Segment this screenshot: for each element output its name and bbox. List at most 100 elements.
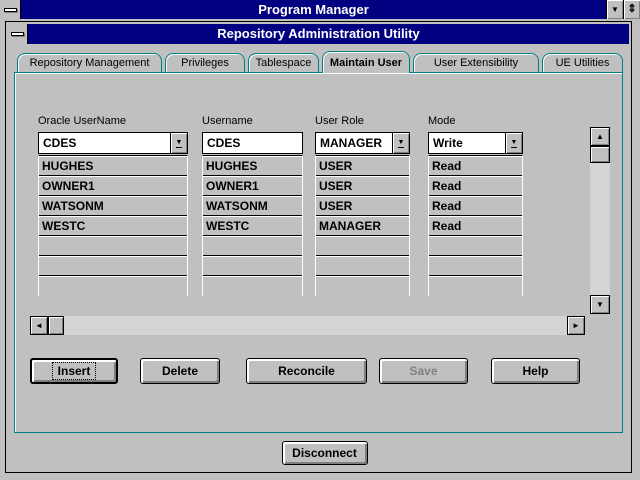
minimize-icon: ▼ <box>611 6 619 14</box>
repository-admin-window: Repository Administration Utility Reposi… <box>5 21 632 473</box>
combobox-value: CDES <box>39 136 76 150</box>
list-cell[interactable]: Read <box>429 216 522 236</box>
scroll-down-button[interactable]: ▼ <box>590 295 610 314</box>
pm-restore-button[interactable]: ⇕ <box>623 0 640 19</box>
vertical-scrollbar[interactable]: ▲ ▼ <box>590 127 610 314</box>
mode-combobox[interactable]: Write ▼ <box>428 132 523 154</box>
list-cell[interactable] <box>203 236 302 256</box>
vertical-scrollbar-thumb[interactable] <box>590 146 610 163</box>
username-list: HUGHES OWNER1 WATSONM WESTC <box>202 155 303 296</box>
horizontal-scrollbar-thumb[interactable] <box>48 316 64 335</box>
window-menu-icon <box>4 8 17 12</box>
tab-label: Maintain User <box>330 57 402 69</box>
list-cell[interactable]: OWNER1 <box>203 176 302 196</box>
delete-button[interactable]: Delete <box>140 358 220 384</box>
save-button: Save <box>379 358 468 384</box>
user-role-list: USER USER USER MANAGER <box>315 155 410 296</box>
reconcile-button-label: Reconcile <box>278 364 335 378</box>
pm-window-title: Program Manager <box>21 0 606 19</box>
list-cell[interactable]: WATSONM <box>39 196 187 216</box>
combobox-value: MANAGER <box>316 136 382 150</box>
column-header-user-role: User Role <box>315 115 410 127</box>
scroll-right-icon: ► <box>572 322 580 330</box>
tab-strip: Repository Management Privileges Tablesp… <box>8 44 629 72</box>
help-button-label: Help <box>522 364 548 378</box>
insert-button-label: Insert <box>53 363 96 379</box>
app-window-title: Repository Administration Utility <box>8 24 629 44</box>
list-cell[interactable] <box>316 256 409 276</box>
tab-label: User Extensibility <box>434 57 518 69</box>
tab-maintain-user[interactable]: Maintain User <box>322 51 410 73</box>
mode-list: Read Read Read Read <box>428 155 523 296</box>
app-titlebar[interactable]: Repository Administration Utility <box>8 24 629 44</box>
list-cell[interactable]: USER <box>316 196 409 216</box>
tab-label: Repository Management <box>30 57 150 69</box>
column-header-username: Username <box>202 115 303 127</box>
list-cell[interactable]: WESTC <box>39 216 187 236</box>
pm-titlebar-buttons: ▼ ⇕ <box>606 0 640 19</box>
pm-system-menu-button[interactable] <box>0 0 21 19</box>
tab-tablespace[interactable]: Tablespace <box>248 53 319 72</box>
tab-label: UE Utilities <box>556 57 610 69</box>
restore-icon: ⇕ <box>627 4 636 15</box>
dropdown-arrow-icon: ▼ <box>511 139 518 148</box>
save-button-label: Save <box>409 364 437 378</box>
list-cell[interactable] <box>39 256 187 276</box>
list-cell[interactable]: MANAGER <box>316 216 409 236</box>
pm-minimize-button[interactable]: ▼ <box>606 0 623 19</box>
disconnect-button[interactable]: Disconnect <box>282 441 368 465</box>
list-cell[interactable]: Read <box>429 156 522 176</box>
oracle-username-dropdown-button[interactable]: ▼ <box>170 133 187 153</box>
list-cell[interactable]: WATSONM <box>203 196 302 216</box>
list-cell[interactable] <box>39 276 187 296</box>
mode-dropdown-button[interactable]: ▼ <box>505 133 522 153</box>
scroll-up-button[interactable]: ▲ <box>590 127 610 146</box>
tab-privileges[interactable]: Privileges <box>165 53 245 72</box>
list-cell[interactable] <box>316 276 409 296</box>
program-manager-titlebar: Program Manager ▼ ⇕ <box>0 0 640 19</box>
list-cell[interactable]: WESTC <box>203 216 302 236</box>
list-cell[interactable] <box>203 256 302 276</box>
list-cell[interactable] <box>429 256 522 276</box>
reconcile-button[interactable]: Reconcile <box>246 358 367 384</box>
list-cell[interactable] <box>39 236 187 256</box>
list-cell[interactable] <box>203 276 302 296</box>
list-cell[interactable]: USER <box>316 156 409 176</box>
horizontal-scrollbar-track[interactable] <box>64 316 567 335</box>
list-cell[interactable]: HUGHES <box>203 156 302 176</box>
scroll-right-button[interactable]: ► <box>567 316 585 335</box>
oracle-username-combobox[interactable]: CDES ▼ <box>38 132 188 154</box>
username-field[interactable]: CDES <box>202 132 303 154</box>
scroll-left-button[interactable]: ◄ <box>30 316 48 335</box>
list-cell[interactable]: USER <box>316 176 409 196</box>
dropdown-arrow-icon: ▼ <box>398 139 405 148</box>
list-cell[interactable] <box>429 236 522 256</box>
list-cell[interactable] <box>429 276 522 296</box>
list-cell[interactable]: OWNER1 <box>39 176 187 196</box>
tab-label: Privileges <box>181 57 229 69</box>
insert-button[interactable]: Insert <box>30 358 118 384</box>
list-cell[interactable]: Read <box>429 196 522 216</box>
user-role-dropdown-button[interactable]: ▼ <box>392 133 409 153</box>
maintain-user-panel: Oracle UserName Username User Role Mode … <box>14 72 623 433</box>
disconnect-row: Disconnect <box>8 433 629 470</box>
list-cell[interactable]: Read <box>429 176 522 196</box>
oracle-username-list: HUGHES OWNER1 WATSONM WESTC <box>38 155 188 296</box>
list-cell[interactable]: HUGHES <box>39 156 187 176</box>
vertical-scrollbar-track[interactable] <box>590 163 610 295</box>
field-value: CDES <box>203 136 240 150</box>
user-role-combobox[interactable]: MANAGER ▼ <box>315 132 410 154</box>
tab-user-extensibility[interactable]: User Extensibility <box>413 53 539 72</box>
tab-ue-utilities[interactable]: UE Utilities <box>542 53 623 72</box>
dropdown-arrow-icon: ▼ <box>176 139 183 148</box>
delete-button-label: Delete <box>162 364 198 378</box>
tab-repository-management[interactable]: Repository Management <box>17 53 162 72</box>
list-cell[interactable] <box>316 236 409 256</box>
help-button[interactable]: Help <box>491 358 580 384</box>
disconnect-button-label: Disconnect <box>292 446 357 460</box>
scroll-up-icon: ▲ <box>596 133 604 141</box>
tab-label: Tablespace <box>256 57 312 69</box>
column-header-oracle-username: Oracle UserName <box>38 115 188 127</box>
combobox-value: Write <box>429 136 463 150</box>
horizontal-scrollbar[interactable]: ◄ ► <box>30 316 585 335</box>
